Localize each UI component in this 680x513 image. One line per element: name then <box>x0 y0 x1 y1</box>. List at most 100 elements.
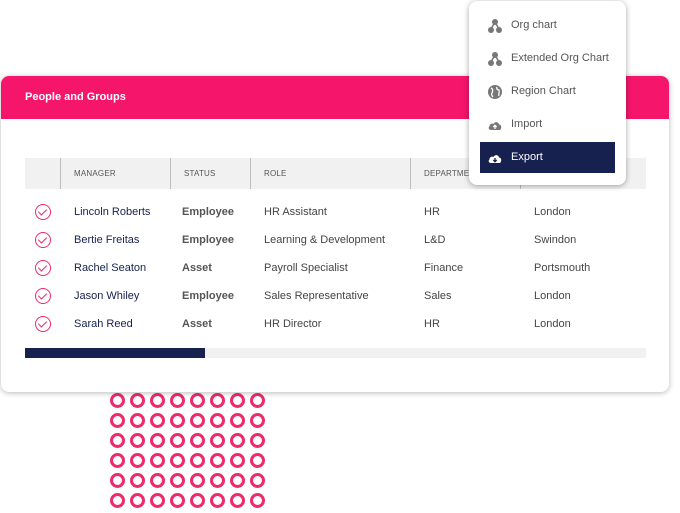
stage: People and Groups MANAGER STATUS ROLE DE… <box>0 0 680 513</box>
decorative-dot <box>250 413 265 428</box>
cell-role: Learning & Development <box>264 234 386 246</box>
decorative-dot <box>130 453 145 468</box>
decorative-dot <box>150 453 165 468</box>
cell-role: HR Director <box>264 318 322 330</box>
decorative-dot <box>170 413 185 428</box>
decorative-dot <box>230 393 245 408</box>
check-circle-icon[interactable] <box>35 260 51 276</box>
decorative-dot <box>230 493 245 508</box>
decorative-dot <box>250 393 265 408</box>
decorative-dot <box>230 473 245 488</box>
chart-options-menu: Org chart Extended Org Chart Region Char… <box>469 1 626 185</box>
cell-location: Portsmouth <box>534 262 591 274</box>
cell-status: Asset <box>182 318 212 330</box>
decorative-dot <box>150 493 165 508</box>
table-row[interactable]: Jason Whiley Employee Sales Representati… <box>25 285 646 313</box>
table-row[interactable]: Sarah Reed Asset HR Director HR London <box>25 313 646 341</box>
cell-department: HR <box>424 318 440 330</box>
menu-item-label: Import <box>511 118 543 130</box>
check-circle-icon[interactable] <box>35 204 51 220</box>
cell-role: HR Assistant <box>264 206 327 218</box>
decorative-dot <box>110 493 125 508</box>
org-chart-icon <box>488 19 502 33</box>
decorative-dot <box>130 393 145 408</box>
cell-manager: Lincoln Roberts <box>74 206 151 218</box>
menu-item-label: Region Chart <box>511 85 576 97</box>
cell-department: Sales <box>424 290 452 302</box>
decorative-dot <box>150 473 165 488</box>
table-body: Lincoln Roberts Employee HR Assistant HR… <box>25 201 646 341</box>
menu-item-region-chart[interactable]: Region Chart <box>480 75 615 108</box>
decorative-dot <box>150 413 165 428</box>
scrollbar-thumb[interactable] <box>25 348 206 358</box>
cell-status: Employee <box>182 206 234 218</box>
cell-status: Employee <box>182 290 234 302</box>
decorative-dot <box>210 413 225 428</box>
horizontal-scrollbar[interactable] <box>25 348 646 358</box>
menu-item-import[interactable]: Import <box>480 108 615 141</box>
decorative-dot <box>110 413 125 428</box>
decorative-dot <box>130 493 145 508</box>
decorative-dot <box>170 493 185 508</box>
check-circle-icon[interactable] <box>35 288 51 304</box>
decorative-dot-grid <box>110 393 270 513</box>
decorative-dot <box>110 393 125 408</box>
menu-item-label: Extended Org Chart <box>511 52 609 64</box>
menu-item-extended-org-chart[interactable]: Extended Org Chart <box>480 42 615 75</box>
decorative-dot <box>210 393 225 408</box>
column-header-role[interactable]: ROLE <box>250 158 410 189</box>
table-row[interactable]: Bertie Freitas Employee Learning & Devel… <box>25 229 646 257</box>
decorative-dot <box>230 433 245 448</box>
table-row[interactable]: Rachel Seaton Asset Payroll Specialist F… <box>25 257 646 285</box>
cell-status: Asset <box>182 262 212 274</box>
cell-role: Sales Representative <box>264 290 369 302</box>
decorative-dot <box>190 493 205 508</box>
cell-department: Finance <box>424 262 464 274</box>
cloud-upload-icon <box>488 122 502 130</box>
menu-item-export[interactable]: Export <box>480 142 615 173</box>
column-header-status[interactable]: STATUS <box>170 158 250 189</box>
decorative-dot <box>210 473 225 488</box>
cell-manager: Rachel Seaton <box>74 262 147 274</box>
decorative-dot <box>190 393 205 408</box>
decorative-dot <box>250 473 265 488</box>
cell-manager: Bertie Freitas <box>74 234 140 246</box>
check-circle-icon[interactable] <box>35 316 51 332</box>
globe-icon <box>488 85 502 99</box>
decorative-dot <box>150 393 165 408</box>
menu-item-label: Export <box>511 151 543 163</box>
decorative-dot <box>170 393 185 408</box>
decorative-dot <box>230 453 245 468</box>
decorative-dot <box>230 413 245 428</box>
check-circle-icon[interactable] <box>35 232 51 248</box>
menu-item-org-chart[interactable]: Org chart <box>480 9 615 42</box>
decorative-dot <box>130 433 145 448</box>
cell-location: London <box>534 206 571 218</box>
decorative-dot <box>110 453 125 468</box>
menu-item-label: Org chart <box>511 19 557 31</box>
decorative-dot <box>210 433 225 448</box>
decorative-dot <box>190 433 205 448</box>
cell-location: Swindon <box>534 234 577 246</box>
decorative-dot <box>130 413 145 428</box>
cloud-download-icon <box>488 155 502 163</box>
decorative-dot <box>250 433 265 448</box>
column-header-select <box>25 158 60 189</box>
cell-role: Payroll Specialist <box>264 262 348 274</box>
decorative-dot <box>190 453 205 468</box>
decorative-dot <box>190 413 205 428</box>
cell-status: Employee <box>182 234 234 246</box>
column-header-manager[interactable]: MANAGER <box>60 158 170 189</box>
table-row[interactable]: Lincoln Roberts Employee HR Assistant HR… <box>25 201 646 229</box>
decorative-dot <box>110 433 125 448</box>
cell-department: HR <box>424 206 440 218</box>
decorative-dot <box>170 433 185 448</box>
cell-department: L&D <box>424 234 446 246</box>
decorative-dot <box>170 453 185 468</box>
decorative-dot <box>130 473 145 488</box>
decorative-dot <box>110 473 125 488</box>
decorative-dot <box>250 493 265 508</box>
cell-location: London <box>534 290 571 302</box>
decorative-dot <box>170 473 185 488</box>
decorative-dot <box>210 453 225 468</box>
